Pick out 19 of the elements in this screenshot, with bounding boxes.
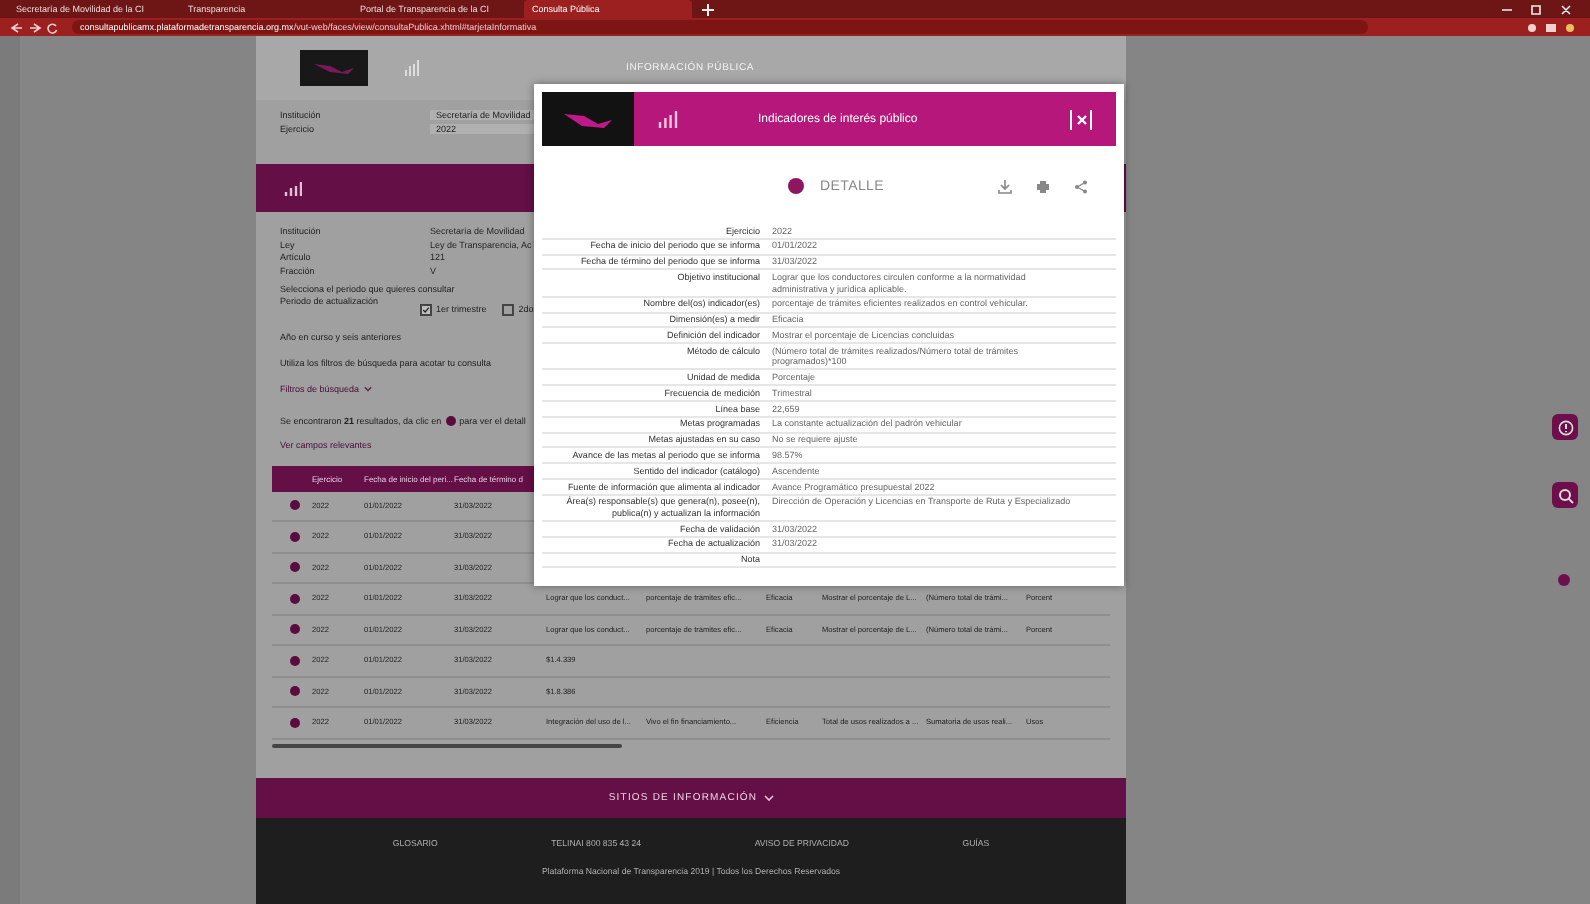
search-icon xyxy=(1557,487,1573,503)
search-button[interactable] xyxy=(1552,482,1578,508)
chart-icon xyxy=(284,179,302,197)
chart-icon xyxy=(404,58,420,78)
chevron-icon[interactable] xyxy=(363,385,372,391)
logo-icon xyxy=(562,109,614,129)
info-button[interactable] xyxy=(1552,414,1578,440)
chart-icon xyxy=(658,108,678,130)
scrollbar-thumb[interactable] xyxy=(272,743,622,747)
toolbar-icon[interactable] xyxy=(1526,21,1578,33)
logo-icon xyxy=(312,60,356,76)
close-button[interactable] xyxy=(1070,109,1092,129)
checkmark-icon xyxy=(422,305,430,313)
download-icon[interactable] xyxy=(998,179,1012,193)
new-tab-icon[interactable] xyxy=(702,3,714,15)
print-icon[interactable] xyxy=(1036,179,1050,193)
share-icon[interactable] xyxy=(1074,179,1088,193)
close-icon[interactable] xyxy=(1075,113,1087,125)
navigation-icon[interactable] xyxy=(8,21,60,33)
